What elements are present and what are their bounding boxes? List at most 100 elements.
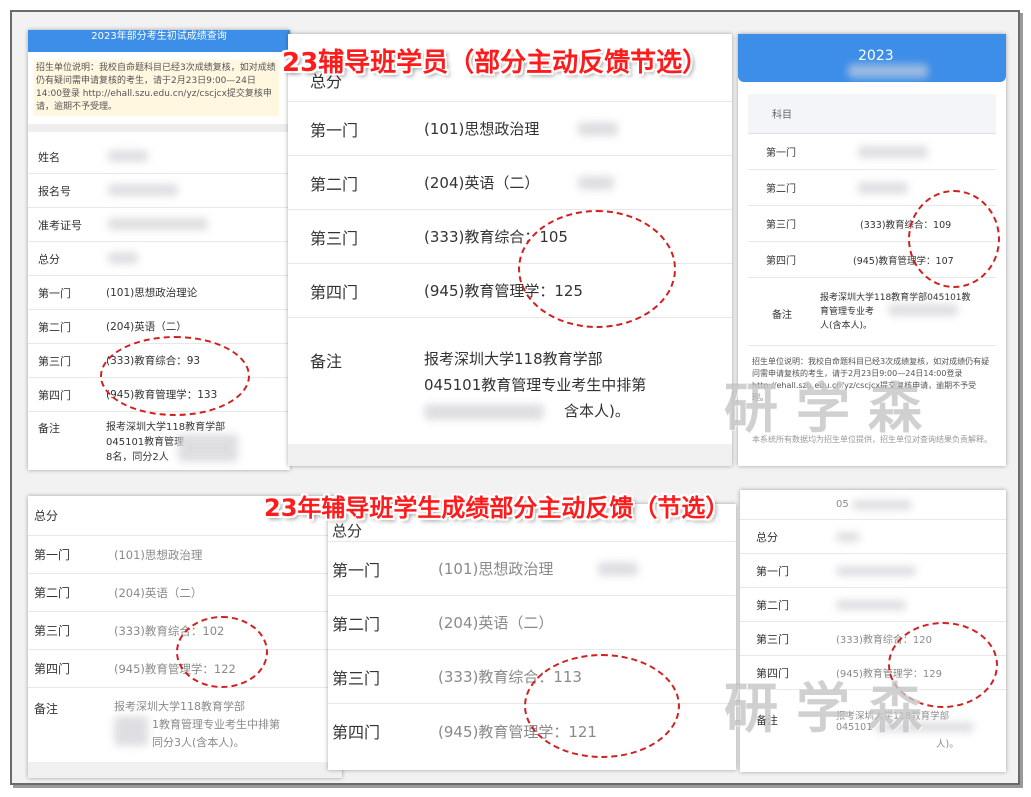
label-total: 总分 <box>332 522 363 540</box>
label-third: 第三门 <box>756 632 789 646</box>
label-fourth: 第四门 <box>332 723 381 742</box>
label-second: 第二门 <box>756 598 789 612</box>
subject-4-value: (945)教育管理学：107 <box>853 255 954 267</box>
header-code: 05 <box>836 499 849 510</box>
row-head: 05 <box>740 490 1006 520</box>
label-total: 总分 <box>34 509 59 523</box>
panel-header-title: 2023 <box>858 48 894 64</box>
remark-line-3: 含本人)。 <box>564 402 630 420</box>
label-third: 第三门 <box>332 668 381 688</box>
label-second: 第二门 <box>310 174 359 194</box>
subject-4-value: (945)教育管理学：133 <box>106 389 218 401</box>
row-total: 总分 <box>740 520 1006 554</box>
row-remark: 备注 报考深圳大学118教育学部 045101教育管理专业考生中排第 含本人)。 <box>288 328 732 438</box>
remark-line-3: 人(含本人)。 <box>820 321 873 331</box>
remark-line-1: 报考深圳大学118教育学部 <box>106 422 226 433</box>
subject-3-value: (333)教育综合：109 <box>860 219 952 231</box>
label-third: 第三门 <box>34 624 71 638</box>
label-subject: 科目 <box>772 110 792 121</box>
panel-header-title: 2023年部分考生初试成绩查询 <box>91 31 227 42</box>
subject-2-value: (204)英语（二） <box>114 585 203 600</box>
subject-2-value: (204)英语（二） <box>424 174 540 192</box>
subject-4-value: (945)教育管理学：121 <box>438 722 597 741</box>
score-panel-4: 总分 第一门 (101)思想政治理 第二门 (204)英语（二） 第三门 (33… <box>28 496 342 778</box>
label-remark: 备注 <box>34 702 59 716</box>
label-third: 第三门 <box>38 354 71 368</box>
remark-line-3: 同分3人(含本人)。 <box>152 736 245 749</box>
remark-line-1: 报考深圳大学118教育学部 <box>424 350 603 368</box>
panel-header: 2023年部分考生初试成绩查询 <box>28 30 290 52</box>
label-fourth: 第四门 <box>766 256 796 267</box>
row-remark: 备注 报考深圳大学118教育学部045101教 育管理专业考 人(含本人)。 <box>748 280 996 346</box>
subject-4-value: (945)教育管理学：122 <box>114 661 236 676</box>
subject-3-value: (333)教育综合：102 <box>114 623 225 638</box>
row-remark: 备注 报考深圳大学118教育学部 1教育管理专业考生中排第 同分3人(含本人)。 <box>28 692 342 758</box>
row-subject-3: 第三门 (333)教育综合：93 <box>28 344 290 378</box>
table-head: 科目 <box>748 94 996 134</box>
label-first: 第一门 <box>34 548 71 562</box>
row-subject-2: 第二门 <box>740 588 1006 622</box>
label-first: 第一门 <box>310 120 359 140</box>
row-subject-2: 第二门 <box>748 170 996 206</box>
label-first: 第一门 <box>756 564 789 578</box>
row-remark: 备注 报考深圳大学118教育学部 045101教育管理 8名，同分2人 <box>28 414 290 470</box>
label-total: 总分 <box>38 252 60 266</box>
row-subject-1: 第一门 (101)思想政治理论 <box>28 276 290 310</box>
label-total: 总分 <box>756 530 778 544</box>
label-reg: 报名号 <box>38 184 71 198</box>
subject-1-value: (101)思想政治理 <box>438 560 554 578</box>
row-subject-2: 第二门 (204)英语（二） <box>288 156 732 210</box>
row-total: 总分 <box>28 242 290 276</box>
row-subject-3: 第三门 (333)教育综合：120 <box>740 622 1006 656</box>
label-third: 第三门 <box>766 220 796 231</box>
label-first: 第一门 <box>38 286 71 300</box>
subject-1-value: (101)思想政治理 <box>424 120 540 138</box>
subject-2-value: (204)英语（二） <box>106 321 187 333</box>
watermark-top: 研学森 <box>724 377 940 440</box>
row-subject-2: 第二门 (204)英语（二） <box>328 596 736 650</box>
row-reg: 报名号 <box>28 174 290 208</box>
score-panel-5: 总分 第一门 (101)思想政治理 第二门 (204)英语（二） 第三门 (33… <box>328 504 736 770</box>
row-subject-4: 第四门 (945)教育管理学：122 <box>28 650 342 688</box>
subject-1-value: (101)思想政治理 <box>114 547 203 562</box>
row-subject-4: 第四门 (945)教育管理学：125 <box>288 264 732 318</box>
label-first: 第一门 <box>332 560 381 580</box>
banner-bottom: 23年辅导班学生成绩部分主动反馈（节选） <box>264 494 730 522</box>
label-name: 姓名 <box>38 150 60 164</box>
row-subject-1: 第一门 <box>748 134 996 170</box>
row-subject-3: 第三门 (333)教育综合：109 <box>748 206 996 242</box>
row-subject-1: 第一门 (101)思想政治理 <box>288 102 732 156</box>
remark-line-3: 8名，同分2人 <box>106 452 169 463</box>
notice-text: 招生单位说明：我校自命题科目已经3次成绩复核，如对成绩仍有疑问需申请复核的考生，… <box>34 60 279 116</box>
score-panel-1: 2023年部分考生初试成绩查询 招生单位说明：我校自命题科目已经3次成绩复核，如… <box>28 30 290 470</box>
remark-line-2: 育管理专业考 <box>820 307 875 317</box>
label-fourth: 第四门 <box>34 662 71 676</box>
label-remark: 备注 <box>772 310 792 321</box>
label-fourth: 第四门 <box>310 282 359 302</box>
collage-frame: 2023年部分考生初试成绩查询 招生单位说明：我校自命题科目已经3次成绩复核，如… <box>10 10 1020 785</box>
watermark-bottom: 研学森 <box>724 677 940 740</box>
row-subject-3: 第三门 (333)教育综合：105 <box>288 210 732 264</box>
label-second: 第二门 <box>332 614 381 634</box>
row-subject-3: 第三门 (333)教育综合：102 <box>28 612 342 650</box>
subject-3-value: (333)教育综合：120 <box>836 635 932 646</box>
label-third: 第三门 <box>310 228 359 248</box>
row-ticket: 准考证号 <box>28 208 290 242</box>
row-subject-2: 第二门 (204)英语（二） <box>28 574 342 612</box>
row-subject-1: 第一门 <box>740 554 1006 588</box>
label-second: 第二门 <box>38 320 71 334</box>
row-subject-2: 第二门 (204)英语（二） <box>28 310 290 344</box>
label-ticket: 准考证号 <box>38 218 82 232</box>
remark-line-2: 1教育管理专业考生中排第 <box>152 718 280 731</box>
remark-line-2: 045101教育管理专业考生中排第 <box>424 376 647 394</box>
banner-top: 23辅导班学员（部分主动反馈节选） <box>282 48 709 78</box>
label-first: 第一门 <box>766 148 796 159</box>
row-subject-4: 第四门 (945)教育管理学：107 <box>748 242 996 278</box>
subject-2-value: (204)英语（二） <box>438 614 554 632</box>
row-subject-3: 第三门 (333)教育综合：113 <box>328 650 736 704</box>
row-subject-1: 第一门 (101)思想政治理 <box>328 542 736 596</box>
subject-4-value: (945)教育管理学：125 <box>424 282 583 300</box>
remark-line-2: 045101教育管理 <box>106 437 185 448</box>
row-subject-4: 第四门 (945)教育管理学：121 <box>328 704 736 758</box>
label-remark: 备注 <box>38 422 60 435</box>
